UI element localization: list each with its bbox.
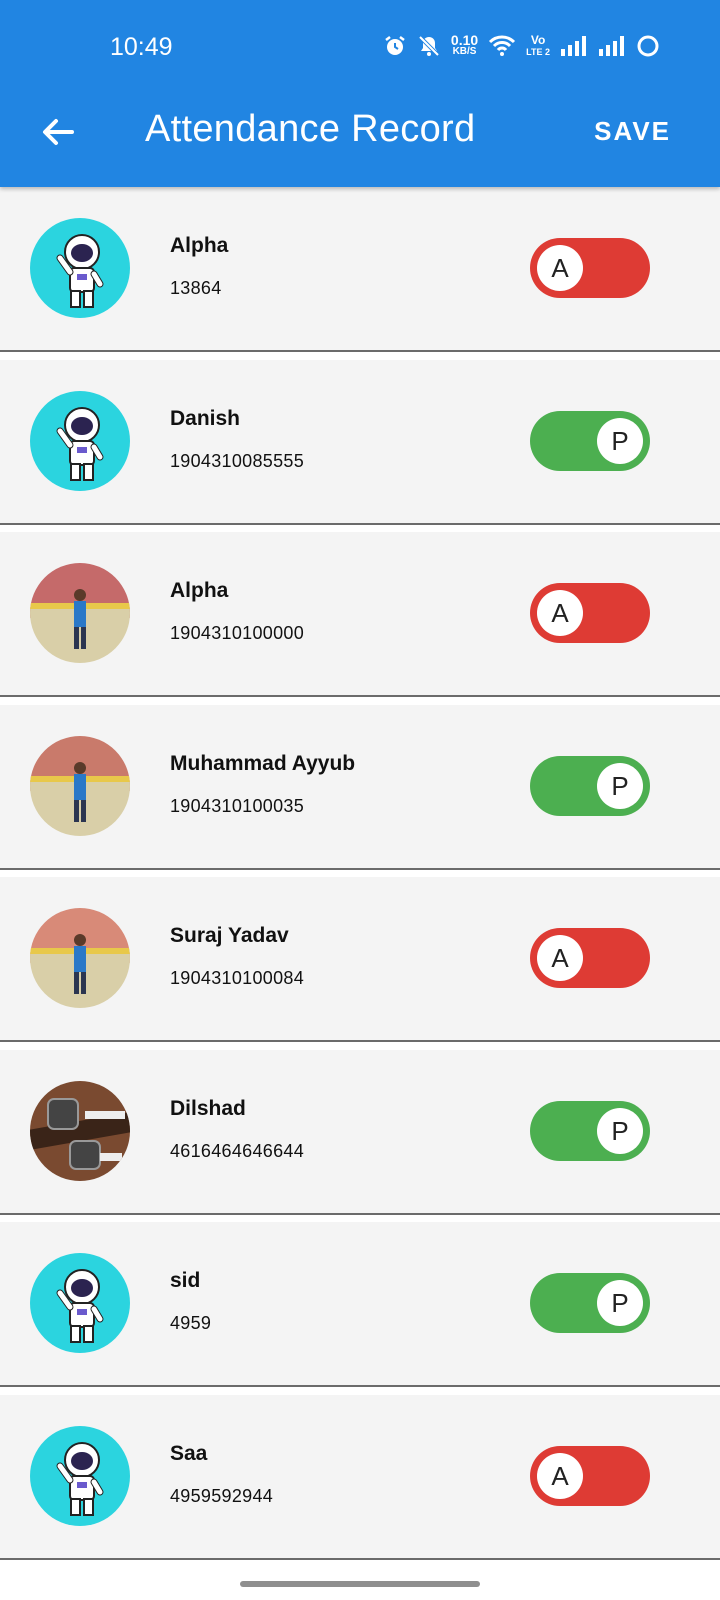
astronaut-avatar: [30, 1253, 130, 1353]
status-bar: 10:49 0.10 KB/S Vo LTE 2: [0, 0, 720, 96]
student-row-7: sid 4959 P: [0, 1222, 720, 1387]
student-id: 4959: [170, 1313, 212, 1333]
back-arrow-icon[interactable]: [38, 112, 78, 152]
attendance-status-label: A: [537, 935, 583, 981]
student-row-2: Danish 1904310085555 P: [0, 359, 720, 525]
astronaut-avatar: [30, 390, 130, 491]
save-button[interactable]: SAVE: [594, 116, 671, 147]
gesture-nav-handle[interactable]: [240, 1581, 480, 1587]
present-toggle[interactable]: P: [530, 755, 650, 816]
app-bar: 10:49 0.10 KB/S Vo LTE 2 Attendance Reco…: [0, 0, 720, 187]
photo-avatar: [30, 1080, 130, 1181]
absent-toggle[interactable]: A: [530, 238, 650, 298]
alarm-icon: [385, 36, 405, 55]
present-toggle[interactable]: P: [530, 1273, 650, 1333]
net-speed: 0.10 KB/S: [450, 32, 479, 57]
status-time: 10:49: [110, 33, 173, 61]
signal-icon-2: [599, 36, 624, 56]
present-toggle[interactable]: P: [530, 1100, 650, 1161]
attendance-status-label: P: [597, 762, 643, 809]
student-name: Saa: [170, 1441, 208, 1465]
student-row-8: Saa 4959592944 A: [0, 1394, 720, 1560]
student-id: 4616464646644: [170, 1140, 305, 1161]
page-title: Attendance Record: [145, 108, 476, 150]
attendance-status-label: A: [537, 245, 583, 291]
attendance-status-label: P: [597, 1280, 643, 1326]
absent-toggle[interactable]: A: [530, 1445, 650, 1506]
absent-toggle[interactable]: A: [530, 928, 650, 988]
student-row-3: Alpha 1904310100000 A: [0, 532, 720, 697]
battery-icon: [637, 35, 659, 57]
student-row-1: Alpha 13864 A: [0, 187, 720, 352]
photo-avatar: [30, 908, 130, 1008]
student-row-6: Dilshad 4616464646644 P: [0, 1049, 720, 1215]
mute-icon: [418, 35, 440, 57]
student-id: 13864: [170, 278, 222, 298]
volte-indicator: Vo LTE 2: [526, 33, 550, 57]
astronaut-avatar: [30, 218, 130, 318]
student-id: 1904310100035: [170, 795, 305, 816]
student-id: 1904310100084: [170, 968, 305, 988]
student-name: Dilshad: [170, 1096, 246, 1120]
student-id: 4959592944: [170, 1485, 274, 1506]
attendance-status-label: A: [537, 590, 583, 636]
student-name: Suraj Yadav: [170, 924, 289, 947]
wifi-icon: [489, 35, 516, 56]
photo-avatar: [30, 735, 130, 836]
student-row-5: Suraj Yadav 1904310100084 A: [0, 877, 720, 1042]
student-name: Muhammad Ayyub: [170, 751, 356, 775]
student-name: Alpha: [170, 579, 229, 602]
attendance-status-label: P: [597, 1107, 643, 1154]
student-name: Alpha: [170, 234, 229, 257]
attendance-status-label: A: [537, 1452, 583, 1499]
signal-icon: [561, 36, 586, 56]
attendance-status-label: P: [597, 417, 643, 464]
photo-avatar: [30, 563, 130, 663]
absent-toggle[interactable]: A: [530, 583, 650, 643]
student-name: sid: [170, 1269, 201, 1292]
student-row-4: Muhammad Ayyub 1904310100035 P: [0, 704, 720, 870]
student-id: 1904310085555: [170, 450, 305, 471]
student-id: 1904310100000: [170, 623, 305, 643]
status-icons: 0.10 KB/S Vo LTE 2: [383, 32, 660, 58]
present-toggle[interactable]: P: [530, 410, 650, 471]
student-name: Danish: [170, 406, 241, 430]
astronaut-avatar: [30, 1425, 130, 1526]
